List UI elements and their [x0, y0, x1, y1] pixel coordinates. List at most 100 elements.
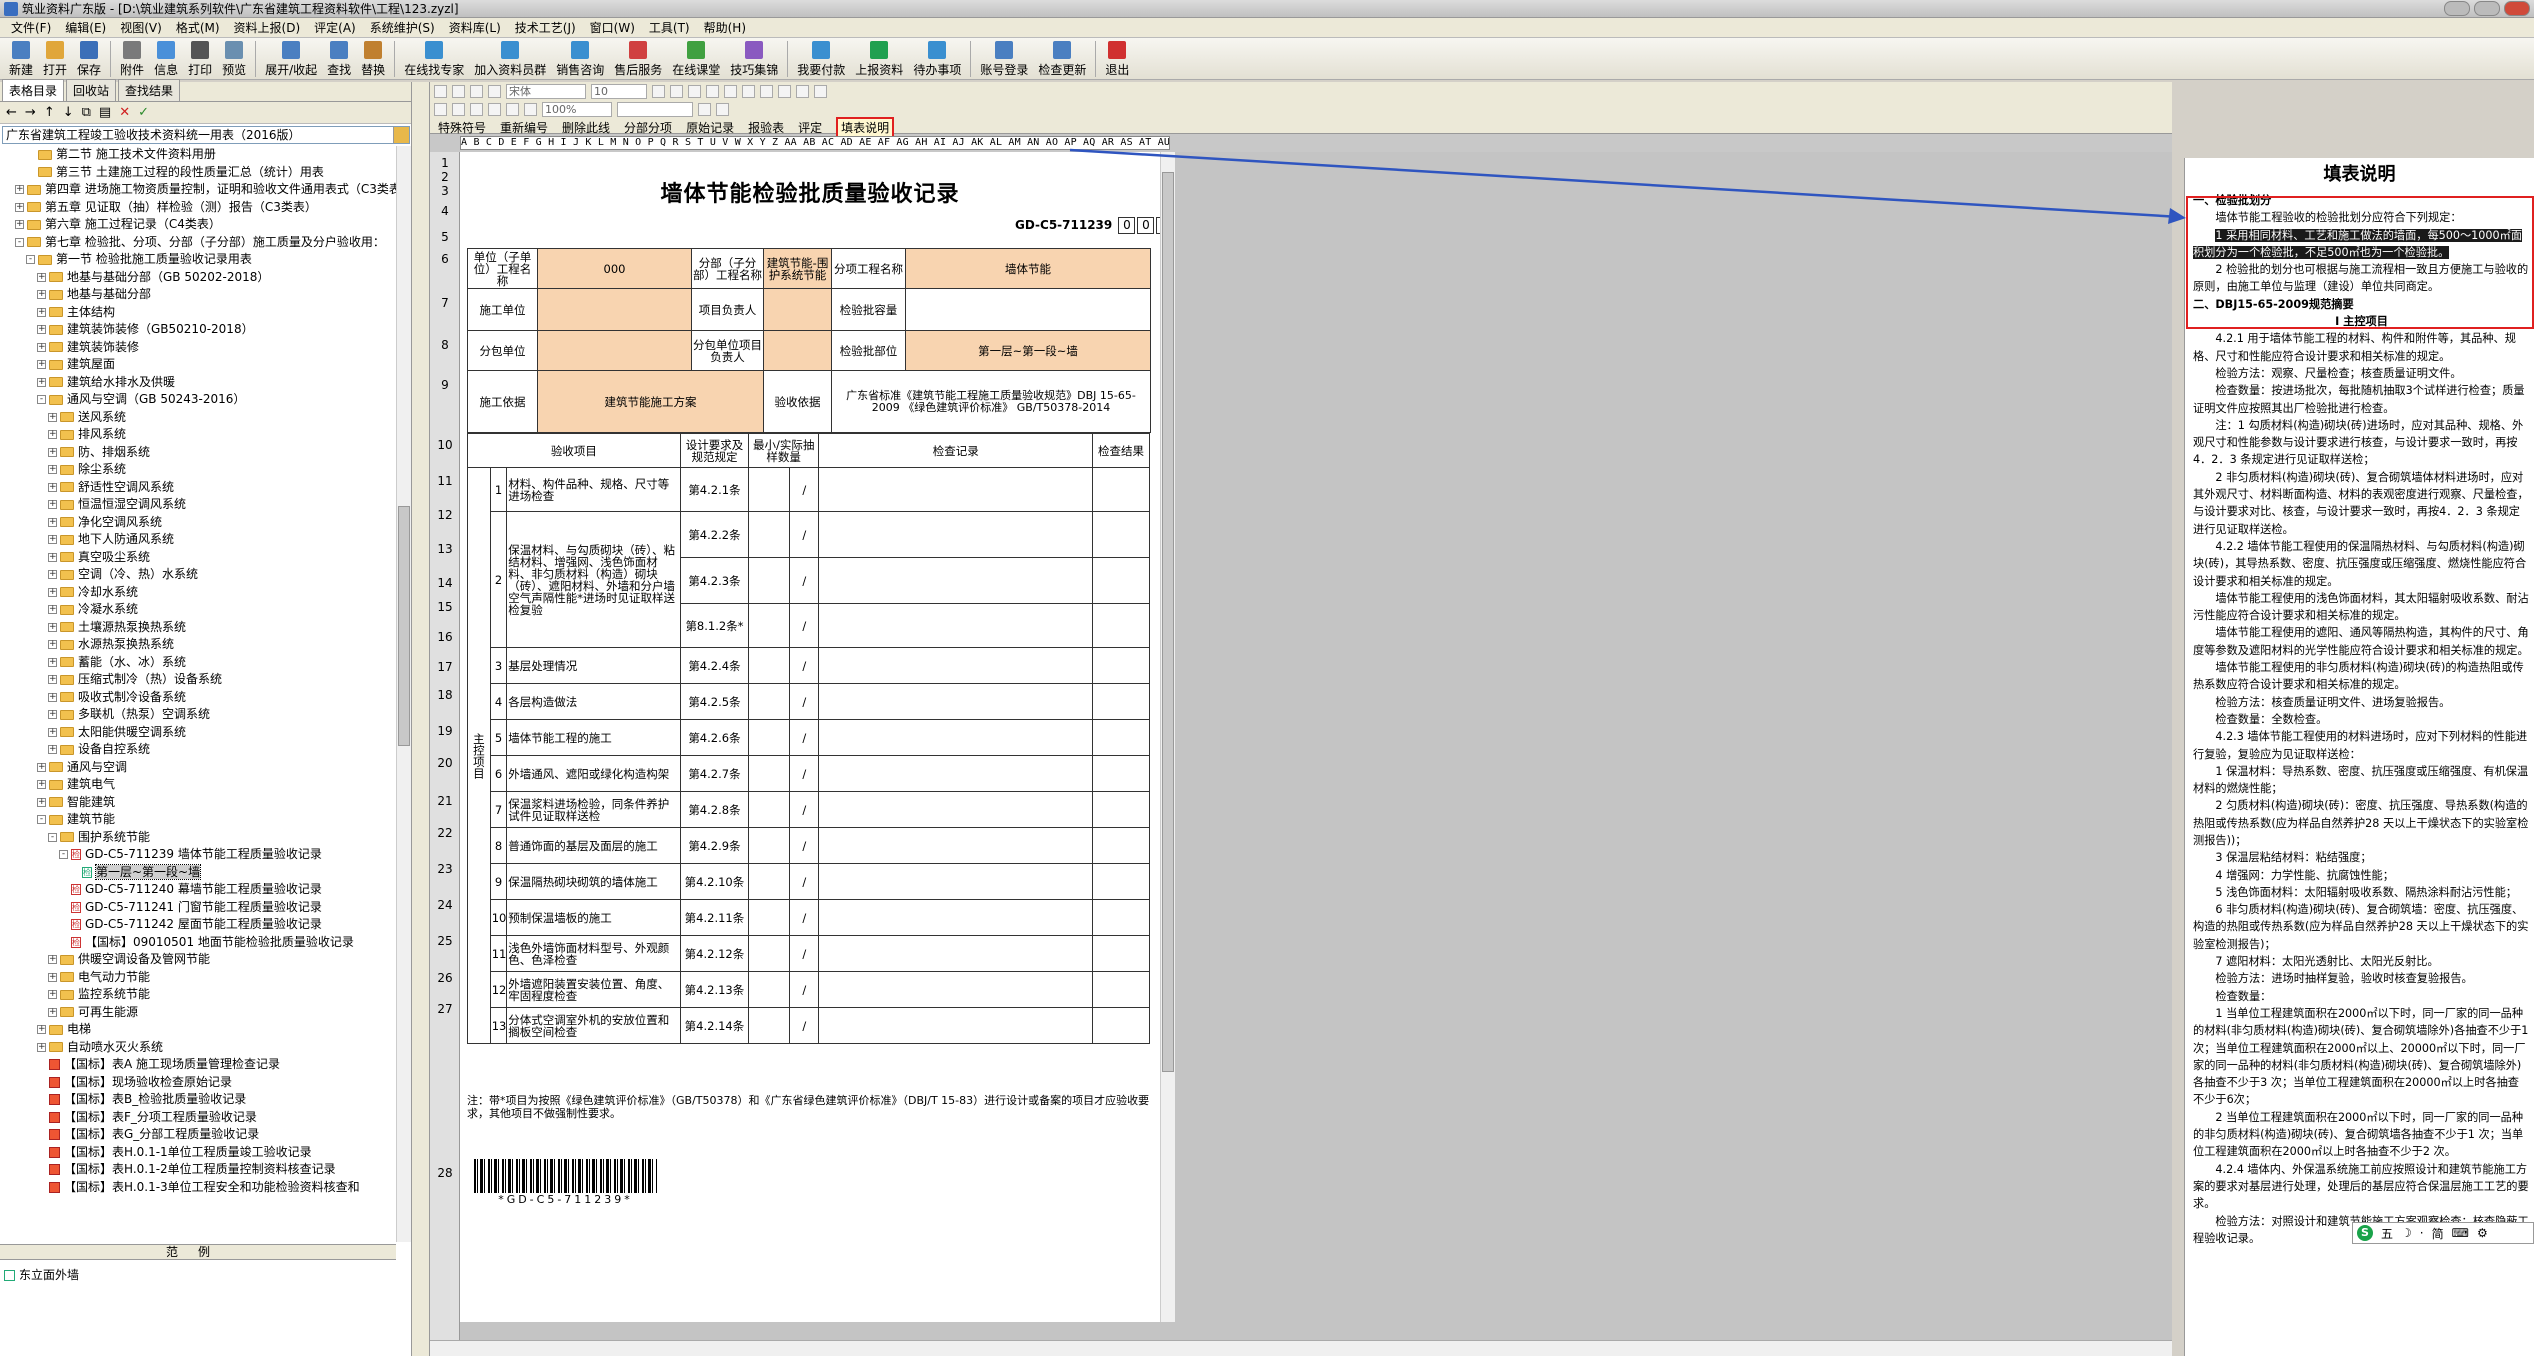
actual-sample[interactable]: / — [789, 647, 820, 684]
tree-node[interactable]: 【国标】表H.0.1-2单位工程质量控制资料核查记录 — [0, 1161, 396, 1179]
tree-expander-icon[interactable]: + — [48, 710, 57, 719]
tree-expander-icon[interactable]: + — [48, 990, 57, 999]
tree-expander-icon[interactable]: + — [37, 325, 46, 334]
tree-expander-icon[interactable]: + — [48, 745, 57, 754]
zoom-select[interactable]: 100% — [542, 101, 612, 117]
batch-cap-value[interactable] — [905, 288, 1152, 331]
toolbar-button[interactable]: 退出 — [1105, 41, 1129, 78]
tree-expander-icon[interactable]: + — [48, 430, 57, 439]
actual-sample[interactable]: / — [789, 863, 820, 900]
toolbar-button[interactable]: 销售咨询 — [556, 41, 604, 78]
check-result[interactable] — [1092, 683, 1150, 720]
tree-expander-icon[interactable]: + — [48, 482, 57, 492]
align-left-icon[interactable] — [706, 84, 719, 98]
sheet-scrollbar[interactable] — [1160, 152, 1175, 1322]
toolbar-button[interactable]: 在线找专家 — [404, 41, 464, 78]
tree-node[interactable]: 检【国标】09010501 地面节能检验批质量验收记录 — [0, 934, 396, 952]
keyboard-icon[interactable]: ⌨ — [2452, 1226, 2469, 1240]
tree-expander-icon[interactable]: - — [26, 255, 35, 264]
tree-scrollbar[interactable] — [396, 146, 411, 1242]
min-sample[interactable] — [748, 935, 791, 972]
tree-expander-icon[interactable]: + — [48, 465, 57, 474]
redo-icon[interactable] — [488, 84, 501, 98]
menu-item[interactable]: 视图(V) — [113, 19, 169, 36]
min-sample[interactable] — [748, 683, 791, 720]
tree-node[interactable]: 第三节 土建施工过程的段性质量汇总（统计）用表 — [0, 164, 396, 182]
check-result[interactable] — [1092, 511, 1150, 558]
ime-moon[interactable]: ☽ — [2401, 1226, 2412, 1240]
underline-icon[interactable] — [688, 84, 701, 98]
sheet-scrollbar-thumb[interactable] — [1162, 172, 1174, 1072]
tree-node[interactable]: + 建筑装饰装修 — [0, 339, 396, 357]
doc-box[interactable]: 0 — [1118, 217, 1136, 234]
toolbar-button[interactable]: 保存 — [77, 41, 101, 78]
toolbar-button[interactable]: 查找 — [327, 41, 351, 78]
tree-expander-icon[interactable]: + — [15, 220, 24, 229]
insert-row-icon[interactable] — [796, 84, 809, 98]
tree-expander-icon[interactable]: + — [48, 955, 57, 964]
min-sample[interactable] — [748, 1007, 791, 1044]
basis-value[interactable]: 建筑节能施工方案 — [536, 370, 765, 433]
actual-sample[interactable]: / — [789, 557, 820, 604]
toolbar-button[interactable]: 在线课堂 — [672, 41, 720, 78]
min-sample[interactable] — [748, 647, 791, 684]
check-record[interactable] — [818, 1007, 1094, 1044]
tree-node[interactable]: + 除尘系统 — [0, 461, 396, 479]
check-result[interactable] — [1092, 827, 1150, 864]
tree-node[interactable]: + 舒适性空调风系统 — [0, 479, 396, 497]
tree-node[interactable]: 【国标】表A 施工现场质量管理检查记录 — [0, 1056, 396, 1074]
toolbar-button[interactable]: 上报资料 — [855, 41, 903, 78]
tree-expander-icon[interactable]: + — [48, 535, 57, 544]
tree-node[interactable]: 【国标】表B_检验批质量验收记录 — [0, 1091, 396, 1109]
tree-expander-icon[interactable]: + — [37, 290, 46, 299]
left-panel-tab[interactable]: 查找结果 — [118, 79, 181, 101]
check-result[interactable] — [1092, 467, 1150, 512]
check-record[interactable] — [818, 863, 1094, 900]
tree-expander-icon[interactable]: + — [37, 377, 46, 387]
check-result[interactable] — [1092, 755, 1150, 792]
tree-expander-icon[interactable]: + — [37, 1042, 46, 1052]
check-record[interactable] — [818, 827, 1094, 864]
tree-expander-icon[interactable]: - — [59, 850, 68, 859]
ime-simplified[interactable]: 简 — [2432, 1225, 2444, 1242]
check-record[interactable] — [818, 683, 1094, 720]
check-record[interactable] — [818, 935, 1094, 972]
check-result[interactable] — [1092, 647, 1150, 684]
min-sample[interactable] — [748, 971, 791, 1008]
panel-splitter[interactable] — [412, 82, 430, 1356]
menu-item[interactable]: 格式(M) — [169, 19, 227, 36]
check-record[interactable] — [818, 603, 1094, 648]
toolbar-button[interactable]: 打印 — [188, 41, 212, 78]
toolbar-button[interactable]: 附件 — [120, 41, 144, 78]
tree-node[interactable]: + 智能建筑 — [0, 794, 396, 812]
tree-node[interactable]: + 吸收式制冷设备系统 — [0, 689, 396, 707]
check-result[interactable] — [1092, 935, 1150, 972]
tree-expander-icon[interactable]: - — [37, 395, 46, 404]
check-record[interactable] — [818, 791, 1094, 828]
tree-node[interactable]: + 第五章 见证取（抽）样检验（测）报告（C3类表） — [0, 199, 396, 217]
batch-part-value[interactable]: 第一层~第一段~墙 — [905, 330, 1152, 371]
tree-expander-icon[interactable]: + — [37, 307, 46, 317]
tree-expander-icon[interactable]: + — [48, 1007, 57, 1017]
tree-node[interactable]: + 真空吸尘系统 — [0, 549, 396, 567]
tree-node[interactable]: - 第七章 检验批、分项、分部（子分部）施工质量及分户验收用： — [0, 234, 396, 252]
actual-sample[interactable]: / — [789, 603, 820, 648]
check-record[interactable] — [818, 647, 1094, 684]
tree-node[interactable]: + 太阳能供暖空调系统 — [0, 724, 396, 742]
copy-icon[interactable]: ⧉ — [82, 105, 91, 120]
tree-expander-icon[interactable]: + — [48, 412, 57, 422]
tree-expander-icon[interactable]: + — [48, 500, 57, 509]
actual-sample[interactable]: / — [789, 827, 820, 864]
tree-node[interactable]: 【国标】表H.0.1-1单位工程质量竣工验收记录 — [0, 1144, 396, 1162]
tree-node[interactable]: + 主体结构 — [0, 304, 396, 322]
border-icon[interactable] — [778, 84, 791, 98]
check-result[interactable] — [1092, 557, 1150, 604]
toolbar-button[interactable]: 技巧集锦 — [730, 41, 778, 78]
min-sample[interactable] — [748, 791, 791, 828]
tree-node[interactable]: + 净化空调风系统 — [0, 514, 396, 532]
toolbar-button[interactable]: 我要付款 — [797, 41, 845, 78]
check-record[interactable] — [818, 755, 1094, 792]
check-result[interactable] — [1092, 1007, 1150, 1044]
tree-expander-icon[interactable]: + — [48, 587, 57, 597]
actual-sample[interactable]: / — [789, 899, 820, 936]
